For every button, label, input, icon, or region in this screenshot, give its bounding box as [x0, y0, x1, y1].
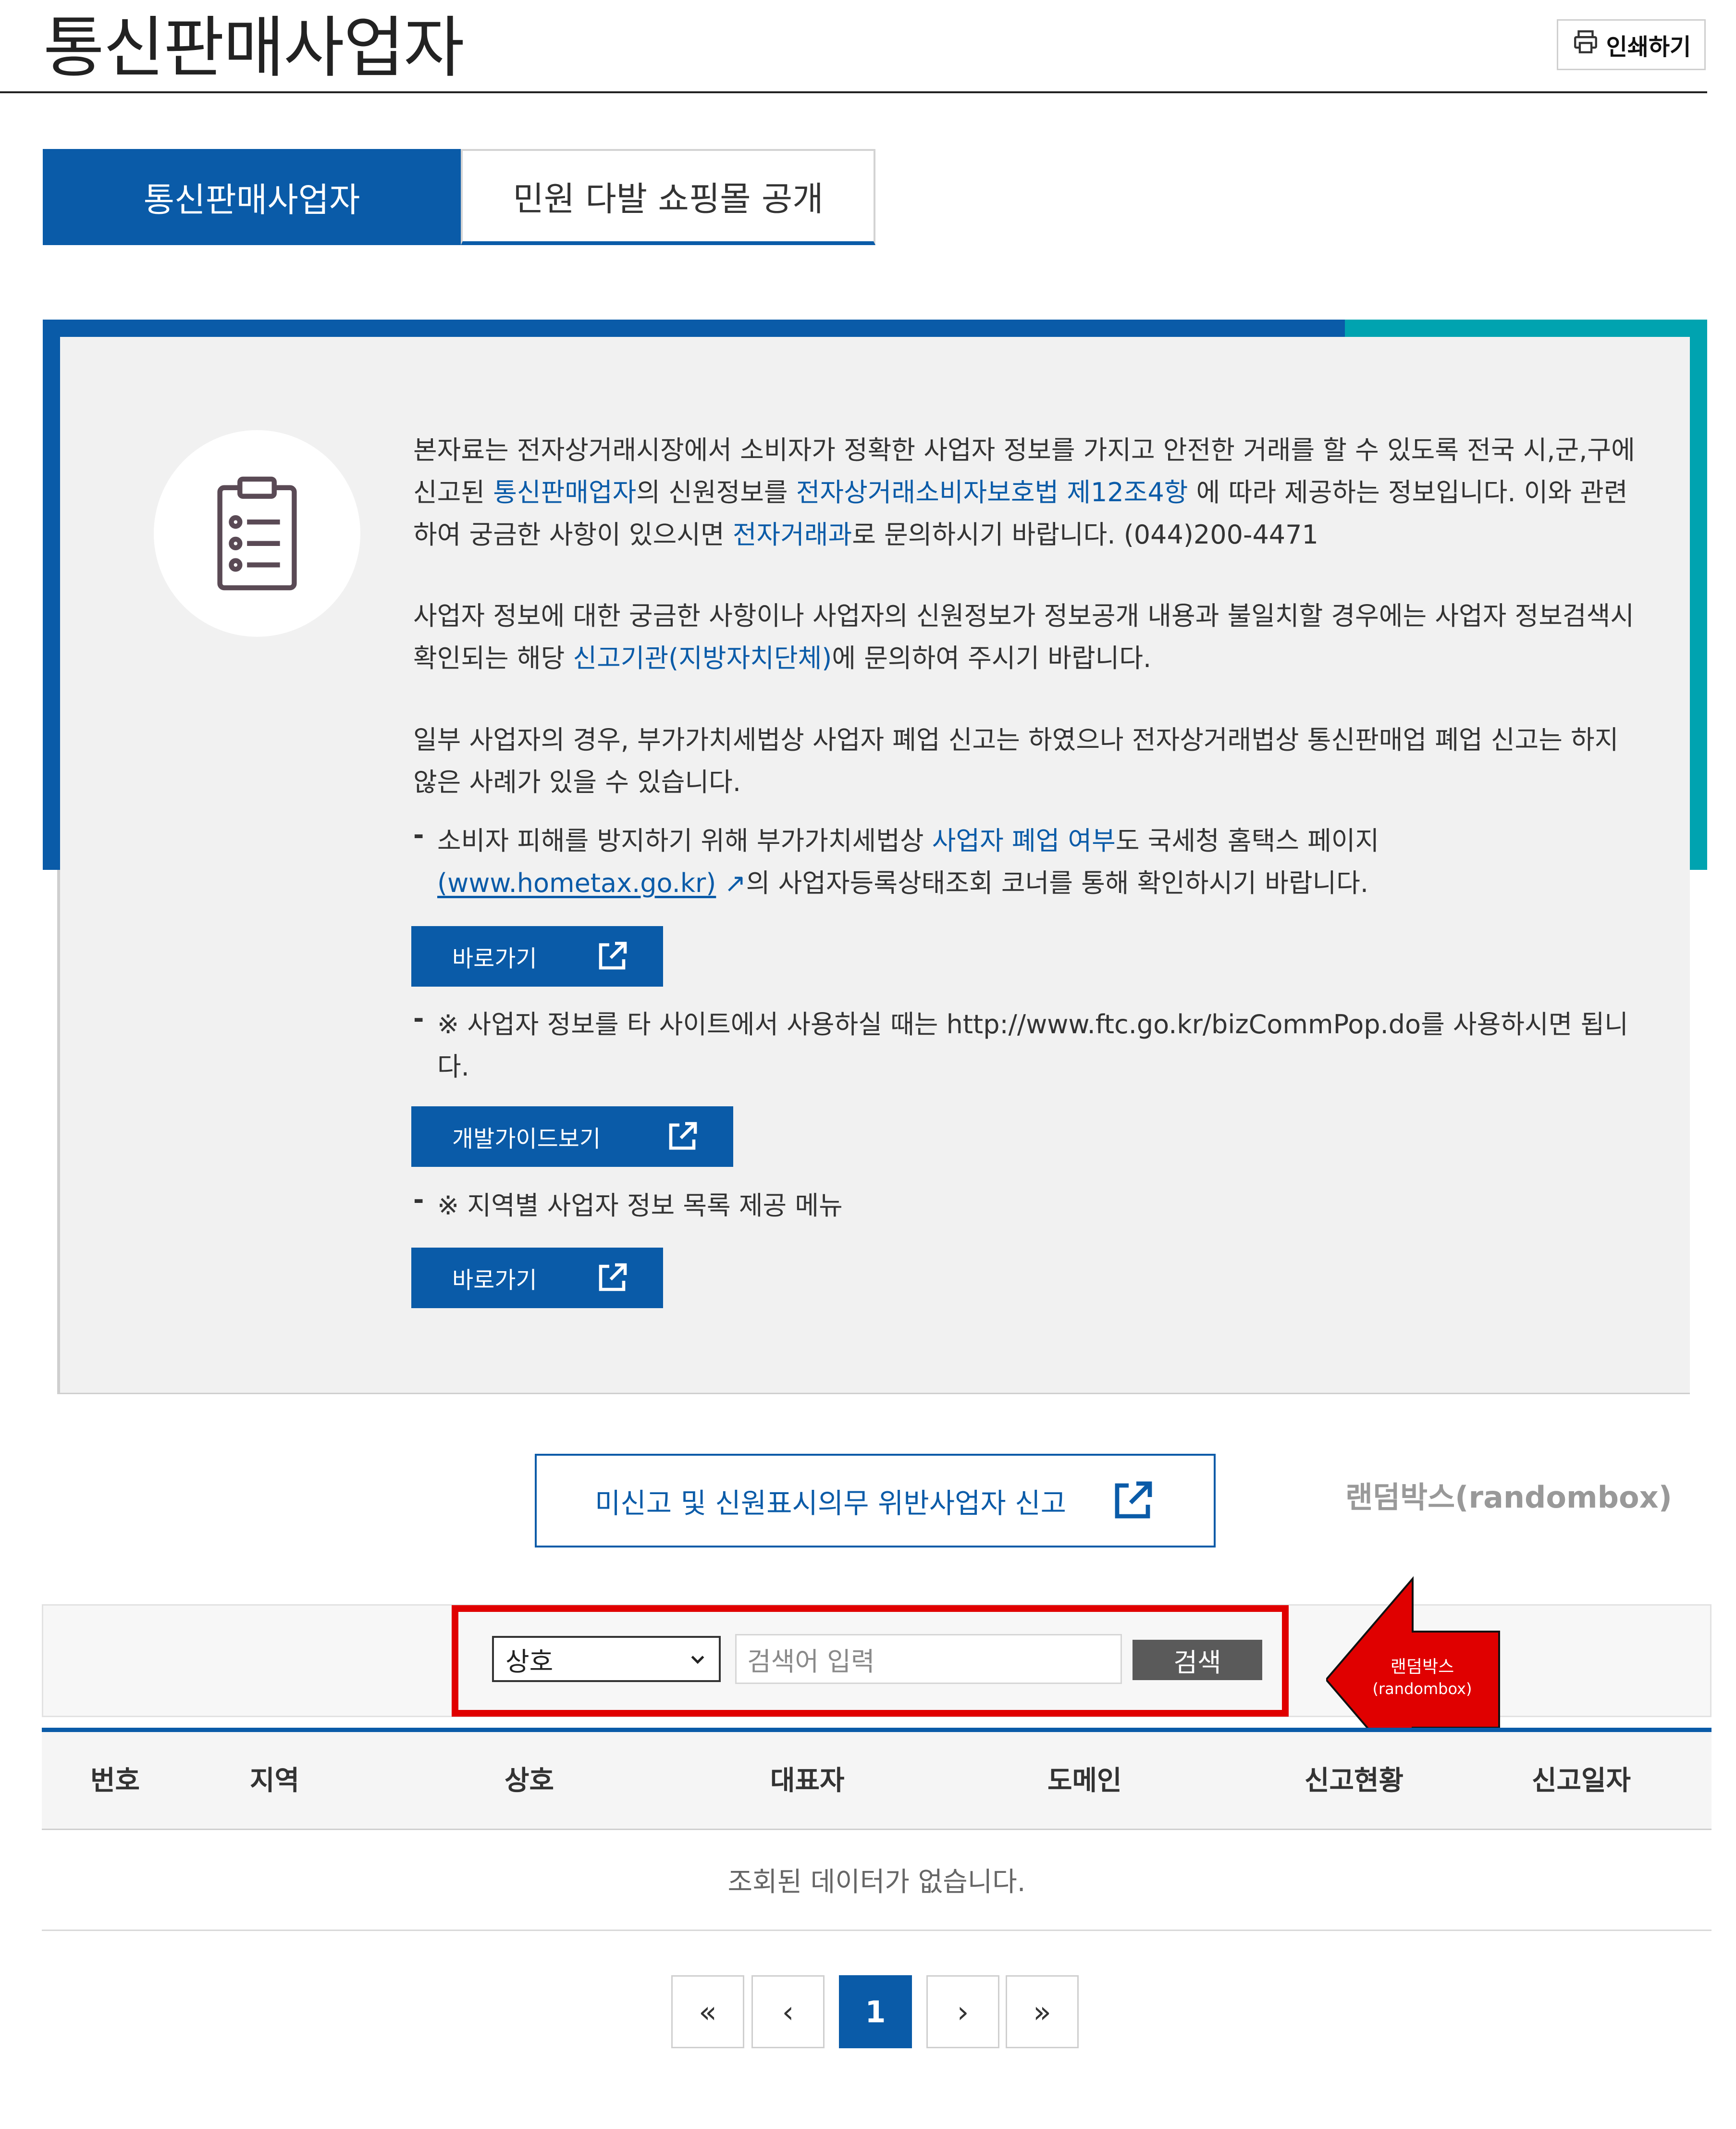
header-divider — [0, 91, 1707, 93]
column-header-domain: 도메인 — [1047, 1765, 1122, 1796]
print-label: 인쇄하기 — [1606, 34, 1691, 61]
clipboard-icon — [217, 476, 297, 591]
info-text: 의 사업자등록상태조회 코너를 통해 확인하시기 바랍니다. — [746, 868, 1369, 898]
external-link-icon — [669, 1122, 697, 1150]
bullet-dash: - — [413, 820, 424, 850]
info-side-bar-teal — [1690, 320, 1707, 870]
column-header-name: 상호 — [505, 1765, 554, 1796]
annotation-line2: (randombox) — [1373, 1680, 1472, 1698]
info-top-bar-teal — [1345, 320, 1707, 337]
external-link-icon — [599, 1263, 627, 1291]
info-text: 로 문의하시기 바랍니다. (044)200-4471 — [852, 520, 1318, 550]
tab-business[interactable]: 통신판매사업자 — [43, 149, 461, 245]
bullet-dash: - — [413, 1185, 424, 1215]
clipboard-icon-circle — [154, 430, 360, 637]
link-business-closure[interactable]: 사업자 폐업 여부 — [932, 826, 1116, 856]
info-bullet-1: 소비자 피해를 방지하기 위해 부가가치세법상 사업자 폐업 여부도 국세청 홈… — [437, 820, 1643, 904]
print-button[interactable]: 인쇄하기 — [1557, 19, 1706, 70]
info-paragraph-1: 본자료는 전자상거래시장에서 소비자가 정확한 사업자 정보를 가지고 안전한 … — [413, 429, 1643, 556]
page-title: 통신판매사업자 — [43, 9, 465, 87]
column-header-report-status: 신고현황 — [1305, 1765, 1404, 1796]
goto-label: 바로가기 — [452, 945, 537, 972]
info-box-edge — [57, 870, 60, 1394]
page-next-button[interactable]: › — [926, 1975, 999, 2048]
randombox-label: 랜덤박스(randombox) — [1345, 1480, 1672, 1515]
page-prev-button[interactable]: ‹ — [751, 1975, 825, 2048]
column-header-report-date: 신고일자 — [1532, 1765, 1631, 1796]
tab-complaint-mall[interactable]: 민원 다발 쇼핑몰 공개 — [461, 149, 875, 245]
page-number-current[interactable]: 1 — [839, 1975, 912, 2048]
info-paragraph-3: 일부 사업자의 경우, 부가가치세법상 사업자 폐업 신고는 하였으나 전자상거… — [413, 725, 1619, 797]
link-reporting-agency[interactable]: 신고기관(지방자치단체) — [573, 643, 832, 673]
info-paragraph-2: 사업자 정보에 대한 궁금한 사항이나 사업자의 신원정보가 정보공개 내용과 … — [413, 595, 1643, 680]
column-header-number: 번호 — [90, 1765, 140, 1796]
info-text: 의 신원정보를 — [636, 477, 796, 507]
info-text: 도 국세청 홈택스 페이지 — [1115, 826, 1379, 856]
highlight-box — [452, 1605, 1289, 1717]
printer-icon — [1572, 28, 1600, 62]
annotation-line1: 랜덤박스 — [1391, 1657, 1454, 1677]
page-first-button[interactable]: « — [671, 1975, 744, 2048]
column-header-representative: 대표자 — [770, 1765, 845, 1796]
column-header-region: 지역 — [250, 1765, 300, 1796]
table-top-border — [42, 1728, 1711, 1732]
goto-button-2[interactable]: 바로가기 — [411, 1248, 663, 1308]
external-link-icon — [599, 941, 627, 970]
info-text: 소비자 피해를 방지하기 위해 부가가치세법상 — [437, 826, 932, 856]
empty-table-message: 조회된 데이터가 없습니다. — [42, 1830, 1711, 1931]
info-top-bar-blue — [43, 320, 1345, 337]
info-bullet-3: ※ 지역별 사업자 정보 목록 제공 메뉴 — [437, 1190, 843, 1221]
link-ecommerce-division[interactable]: 전자거래과 — [733, 520, 852, 550]
info-bullet-2: ※ 사업자 정보를 타 사이트에서 사용하실 때는 http://www.ftc… — [437, 1009, 1628, 1082]
info-side-bar-blue — [43, 320, 60, 870]
link-hometax[interactable]: (www.hometax.go.kr) — [437, 868, 716, 898]
link-consumer-protection-law[interactable]: 전자상거래소비자보호법 제12조4항 — [796, 477, 1188, 507]
page-last-button[interactable]: » — [1006, 1975, 1079, 2048]
report-violation-label: 미신고 및 신원표시의무 위반사업자 신고 — [595, 1486, 1066, 1520]
info-text: 에 문의하여 주시기 바랍니다. — [832, 643, 1152, 673]
bullet-dash: - — [413, 1003, 424, 1034]
goto-label: 바로가기 — [452, 1267, 537, 1294]
link-telecom-sellers[interactable]: 통신판매업자 — [493, 477, 636, 507]
external-link-icon: ↗ — [716, 868, 746, 898]
report-violation-button[interactable]: 미신고 및 신원표시의무 위반사업자 신고 — [535, 1454, 1216, 1547]
dev-guide-label: 개발가이드보기 — [452, 1126, 601, 1152]
dev-guide-button[interactable]: 개발가이드보기 — [411, 1106, 733, 1167]
external-link-icon — [1115, 1481, 1152, 1518]
goto-button-1[interactable]: 바로가기 — [411, 926, 663, 987]
